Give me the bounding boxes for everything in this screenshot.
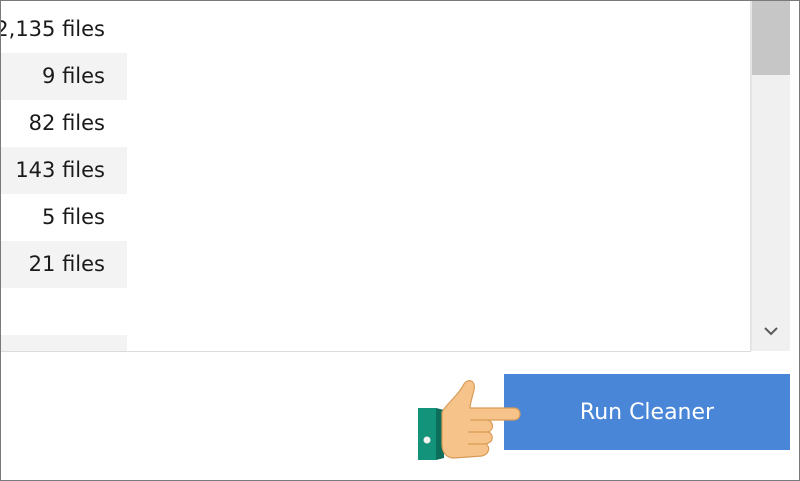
list-item: 2,135 files — [1, 17, 105, 41]
chevron-down-icon — [764, 327, 778, 336]
list-item: 5 files — [42, 205, 105, 229]
scroll-down-button[interactable] — [752, 313, 790, 349]
pointing-hand-icon — [418, 380, 521, 460]
list-item — [1, 335, 127, 351]
vertical-scrollbar[interactable] — [751, 1, 790, 351]
list-item: 82 files — [28, 111, 105, 135]
list-item — [1, 288, 127, 335]
scrollbar-thumb[interactable] — [752, 1, 790, 75]
list-item: 143 files — [1, 147, 127, 194]
list-item: 9 files — [1, 53, 127, 100]
analysis-results-list: 2,135 files 9 files 82 files 143 files 5… — [1, 1, 751, 352]
list-item: 21 files — [1, 241, 127, 288]
run-cleaner-button[interactable]: Run Cleaner — [504, 374, 790, 450]
file-count-column: 2,135 files 9 files 82 files 143 files 5… — [1, 6, 127, 351]
